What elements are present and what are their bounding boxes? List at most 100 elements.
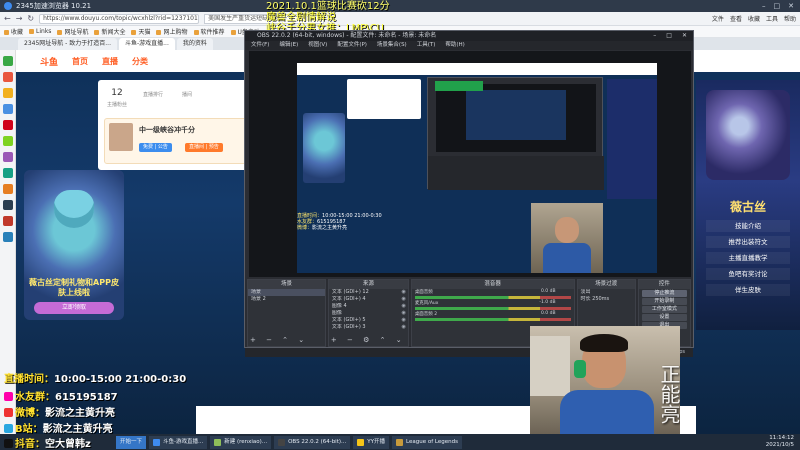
maximize-icon[interactable]: □ — [774, 2, 781, 10]
bookmark-item[interactable]: 收藏 — [4, 27, 23, 36]
app-icon[interactable] — [2, 88, 13, 98]
close-icon[interactable]: ✕ — [788, 2, 794, 10]
douyu-logo[interactable]: 斗鱼 — [40, 55, 58, 68]
source-item[interactable]: 文本 (GDI+) 12 ◉ — [329, 289, 408, 296]
app-icon[interactable] — [2, 120, 13, 130]
mixer-channel[interactable]: 麦克风/Aux -1.0 dB — [412, 300, 574, 311]
obs-menu-edit[interactable]: 编辑(E) — [279, 41, 298, 50]
settings-button[interactable]: 设置 — [641, 314, 687, 321]
source-item[interactable]: 文本 (GDI+) 3 ◉ — [329, 324, 408, 331]
tab-nav[interactable]: 2345网址导航 - 致力于打造百... — [18, 38, 117, 50]
app-icon[interactable] — [2, 72, 13, 82]
taskbar-item-lol[interactable]: League of Legends — [392, 435, 462, 449]
source-item[interactable]: 图像 ◉ — [329, 310, 408, 317]
taskbar-start-button[interactable]: 开始一下 — [116, 435, 147, 449]
webcam-overlay-text: 正能亮 — [657, 364, 680, 424]
menu-help[interactable]: 帮助 — [784, 14, 796, 23]
eye-icon[interactable]: ◉ — [401, 317, 405, 324]
promo-btn-free[interactable]: 免费 | 公告 — [139, 143, 172, 152]
right-banner-item[interactable]: 推荐出装符文 — [706, 236, 790, 248]
taskbar-item-yy[interactable]: YY开播 — [353, 435, 389, 449]
notepad-icon — [214, 438, 222, 446]
eye-icon[interactable]: ◉ — [401, 310, 405, 317]
obs-minimize-icon[interactable]: – — [653, 31, 656, 41]
studio-mode-button[interactable]: 工作室模式 — [641, 306, 687, 313]
system-clock[interactable]: 11:14:12 2021/10/5 — [766, 435, 794, 449]
nav-home[interactable]: 首页 — [72, 56, 88, 67]
obs-menu-profile[interactable]: 配置文件(P) — [337, 41, 367, 50]
left-banner-button[interactable]: 立即领取 — [34, 302, 114, 314]
obs-preview[interactable]: 直播时间：10:00-15:00 21:00-0:30 水友群：61519518… — [249, 51, 691, 277]
preview-right-banner — [607, 79, 657, 199]
source-item[interactable]: 图像 4 ◉ — [329, 303, 408, 310]
source-controls[interactable]: + − ⚙ ⌃ ⌄ — [331, 336, 406, 344]
streamer-avatar — [109, 123, 133, 151]
menu-view[interactable]: 查看 — [730, 14, 742, 23]
obs-menu-help[interactable]: 帮助(H) — [445, 41, 464, 50]
app-icon[interactable] — [2, 136, 13, 146]
stop-streaming-button[interactable]: 停止推流 — [641, 290, 687, 297]
left-promo-banner[interactable]: 薇古丝定制礼物和APP皮肤上线啦 立即领取 — [24, 170, 124, 320]
bookmark-item[interactable]: 网上购物 — [156, 27, 187, 36]
transition-duration[interactable]: 时长 250ms — [578, 296, 635, 303]
overlay-bilibili: B站：影流之主黄升亮 — [4, 420, 113, 435]
scene-item[interactable]: 场景 2 — [248, 296, 325, 303]
taskbar-item-browser[interactable]: 斗鱼-游戏直播... — [149, 435, 208, 449]
scene-controls[interactable]: + − ⌃ ⌄ — [250, 336, 308, 344]
taskbar-item-obs[interactable]: OBS 22.0.2 (64-bit)... — [274, 435, 351, 449]
obs-close-icon[interactable]: ✕ — [682, 31, 687, 41]
right-banner-item[interactable]: 鱼吧有奖讨论 — [706, 268, 790, 280]
dock-sources: 来源 文本 (GDI+) 12 ◉ 文本 (GDI+) 4 ◉ 图像 4 ◉ 图像 ◉ … — [327, 279, 409, 347]
right-banner-item[interactable]: 佯生皮肤 — [706, 284, 790, 296]
nav-category[interactable]: 分类 — [132, 56, 148, 67]
back-icon[interactable]: ← — [4, 14, 11, 23]
dock-scenes-title: 场景 — [248, 280, 325, 289]
obs-maximize-icon[interactable]: □ — [666, 31, 672, 41]
source-item[interactable]: 文本 (GDI+) 4 ◉ — [329, 296, 408, 303]
obs-menu-tools[interactable]: 工具(T) — [417, 41, 436, 50]
menu-file[interactable]: 文件 — [712, 14, 724, 23]
eye-icon[interactable]: ◉ — [401, 324, 405, 331]
source-item[interactable]: 文本 (GDI+) 5 ◉ — [329, 317, 408, 324]
app-icon[interactable] — [2, 232, 13, 242]
menu-tools[interactable]: 工具 — [766, 14, 778, 23]
eye-icon[interactable]: ◉ — [401, 289, 405, 296]
menu-favorites[interactable]: 收藏 — [748, 14, 760, 23]
mixer-channel[interactable]: 桌面音频 0.0 dB — [412, 289, 574, 300]
minimize-icon[interactable]: – — [762, 2, 766, 10]
app-icon[interactable] — [2, 184, 13, 194]
start-recording-button[interactable]: 开始录制 — [641, 298, 687, 305]
address-bar[interactable]: https://www.douyu.com/topic/wcxhlzl?rid=… — [39, 13, 200, 24]
obs-menubar: 文件(F) 编辑(E) 视图(V) 配置文件(P) 场景集合(S) 工具(T) … — [245, 41, 693, 50]
bookmark-item[interactable]: 网址导航 — [57, 27, 88, 36]
app-icon[interactable] — [2, 104, 13, 114]
right-banner-item[interactable]: 主播直播教学 — [706, 252, 790, 264]
obs-menu-view[interactable]: 视图(V) — [308, 41, 327, 50]
tab-douyu[interactable]: 斗鱼-游戏直播... — [118, 38, 175, 50]
right-banner-item[interactable]: 技能介绍 — [706, 220, 790, 232]
streamer-promo[interactable]: 中一级峡谷冲千分 免费 | 公告 直播间 | 预告 — [104, 118, 252, 164]
mixer-channel[interactable]: 桌面音频 2 0.0 dB — [412, 311, 574, 322]
bookmark-item[interactable]: 天猫 — [131, 27, 150, 36]
bookmark-item[interactable]: 软件推荐 — [194, 27, 225, 36]
refresh-icon[interactable]: ↻ — [27, 14, 34, 23]
nav-live[interactable]: 直播 — [102, 56, 118, 67]
tab-profile[interactable]: 我的资料 — [176, 38, 213, 50]
obs-menu-scene-collection[interactable]: 场景集合(S) — [377, 41, 407, 50]
app-icon[interactable] — [2, 168, 13, 178]
transition-type-select[interactable]: 淡出 — [578, 289, 635, 296]
taskbar-item-notepad[interactable]: 新建 (renxiao)... — [210, 435, 272, 449]
bookmark-item[interactable]: 新闻大全 — [94, 27, 125, 36]
bookmark-item[interactable]: Links — [29, 28, 51, 35]
app-icon[interactable] — [2, 56, 13, 66]
forward-icon[interactable]: → — [16, 14, 23, 23]
app-icon[interactable] — [2, 152, 13, 162]
dock-transitions-title: 场景过渡 — [577, 280, 635, 289]
app-icon[interactable] — [2, 200, 13, 210]
scene-item[interactable]: 场景 — [248, 289, 325, 296]
eye-icon[interactable]: ◉ — [401, 303, 405, 310]
promo-btn-room[interactable]: 直播间 | 预告 — [185, 143, 223, 152]
eye-icon[interactable]: ◉ — [401, 296, 405, 303]
obs-menu-file[interactable]: 文件(F) — [251, 41, 269, 50]
app-icon[interactable] — [2, 216, 13, 226]
